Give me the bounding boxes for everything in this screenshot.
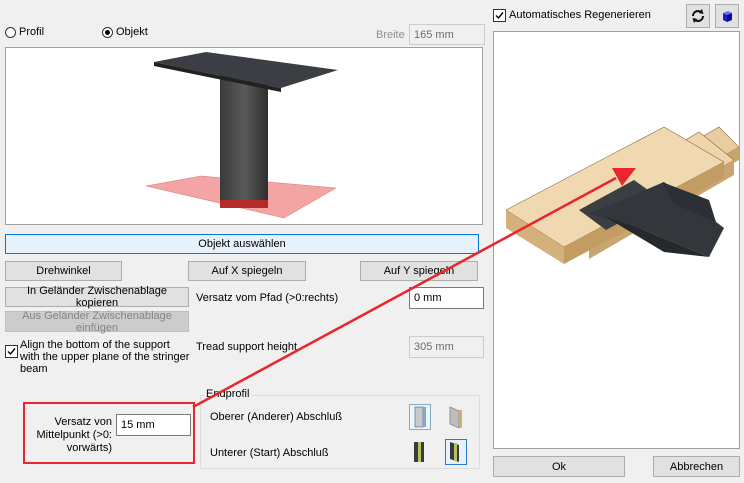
path-offset-input[interactable]: 0 mm — [409, 287, 484, 309]
path-offset-label: Versatz vom Pfad (>0:rechts) — [196, 292, 339, 304]
checkmark-icon — [495, 12, 504, 20]
select-object-button[interactable]: Objekt auswählen — [5, 234, 479, 254]
upper-end-option-1[interactable] — [409, 404, 431, 430]
rotate-angle-button[interactable]: Drehwinkel — [5, 261, 122, 281]
cancel-button[interactable]: Abbrechen — [653, 456, 740, 477]
support-preview-drawing — [145, 52, 338, 219]
profil-radio[interactable] — [5, 27, 16, 38]
center-offset-label: Versatz von Mittelpunkt (>0: vorwärts) — [36, 416, 112, 454]
auto-regen-checkbox[interactable] — [493, 9, 506, 22]
cube-icon — [723, 11, 732, 22]
width-input: 165 mm — [409, 24, 485, 45]
paste-clipboard-button: Aus Geländer Zwischenablage einfügen — [5, 310, 189, 334]
auto-regen-label: Automatisches Regenerieren — [509, 9, 651, 21]
mirror-x-button[interactable]: Auf X spiegeln — [188, 261, 306, 281]
lower-end-option-2[interactable] — [445, 439, 467, 465]
object-preview — [5, 47, 483, 225]
upper-end-option-2[interactable] — [445, 404, 467, 430]
align-bottom-checkbox[interactable] — [5, 345, 18, 358]
stair-3d-preview — [493, 31, 740, 449]
end-profile-angled-dark-icon — [450, 442, 459, 462]
lower-end-label: Unterer (Start) Abschluß — [210, 447, 329, 459]
mirror-y-button[interactable]: Auf Y spiegeln — [360, 261, 478, 281]
end-profile-angled-icon — [449, 406, 462, 429]
endprofil-title: Endprofil — [204, 388, 252, 400]
regenerate-button[interactable] — [686, 4, 710, 28]
refresh-icon — [692, 9, 704, 23]
stair-3d-drawing — [505, 126, 739, 264]
end-profile-straight-icon — [414, 406, 426, 428]
tread-support-input: 305 mm — [409, 336, 484, 358]
lower-end-option-1[interactable] — [409, 439, 431, 465]
align-bottom-label: Align the bottom of the support with the… — [20, 339, 190, 375]
end-profile-straight-dark-icon — [414, 442, 424, 462]
tread-support-label: Tread support height — [196, 341, 298, 353]
objekt-label: Objekt — [116, 26, 148, 38]
copy-clipboard-button[interactable]: In Geländer Zwischenablage kopieren — [5, 285, 189, 309]
center-offset-input[interactable]: 15 mm — [116, 414, 191, 436]
ok-button[interactable]: Ok — [493, 456, 625, 477]
profil-label: Profil — [19, 26, 45, 38]
3d-view-button[interactable] — [715, 4, 739, 28]
checkmark-icon — [7, 348, 16, 356]
upper-end-label: Oberer (Anderer) Abschluß — [210, 411, 343, 423]
width-label: Breite — [376, 29, 405, 41]
objekt-radio[interactable] — [102, 27, 113, 38]
